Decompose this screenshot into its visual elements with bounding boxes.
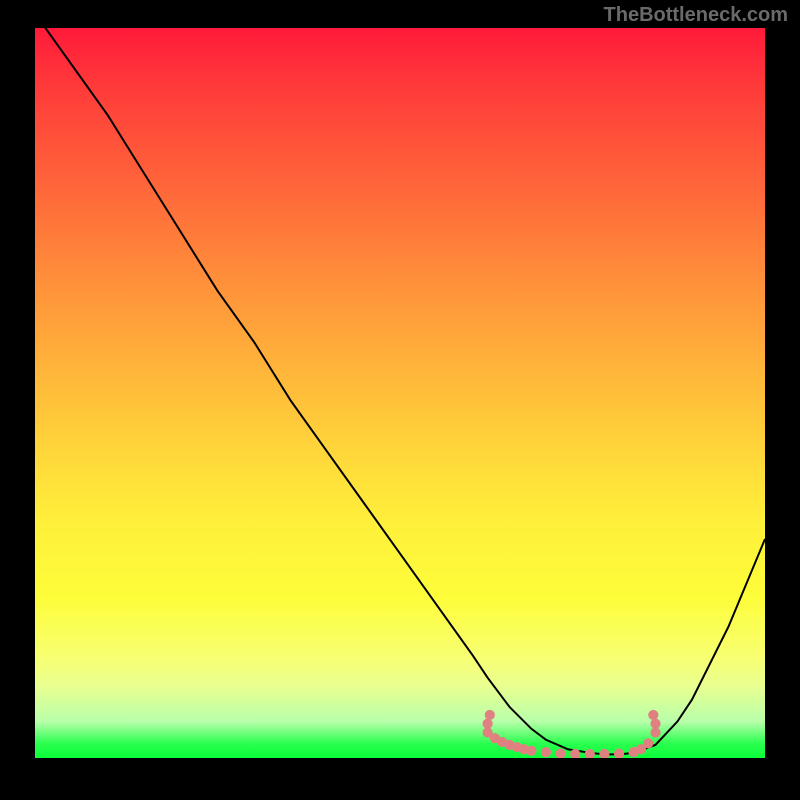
- marker-dot: [585, 749, 595, 758]
- marker-dot: [650, 719, 660, 729]
- marker-dot: [650, 727, 660, 737]
- marker-band: [482, 710, 660, 758]
- marker-dot: [541, 747, 551, 757]
- chart-svg: [35, 28, 765, 758]
- watermark-text: TheBottleneck.com: [604, 4, 788, 27]
- marker-dot: [555, 749, 565, 758]
- marker-dot: [614, 749, 624, 758]
- marker-dot: [643, 738, 653, 748]
- bottleneck-curve: [35, 28, 765, 754]
- marker-dot: [485, 710, 495, 720]
- marker-dot: [482, 719, 492, 729]
- marker-dot: [599, 749, 609, 758]
- plot-area: [35, 28, 765, 758]
- marker-dot: [648, 710, 658, 720]
- marker-dot: [526, 746, 536, 756]
